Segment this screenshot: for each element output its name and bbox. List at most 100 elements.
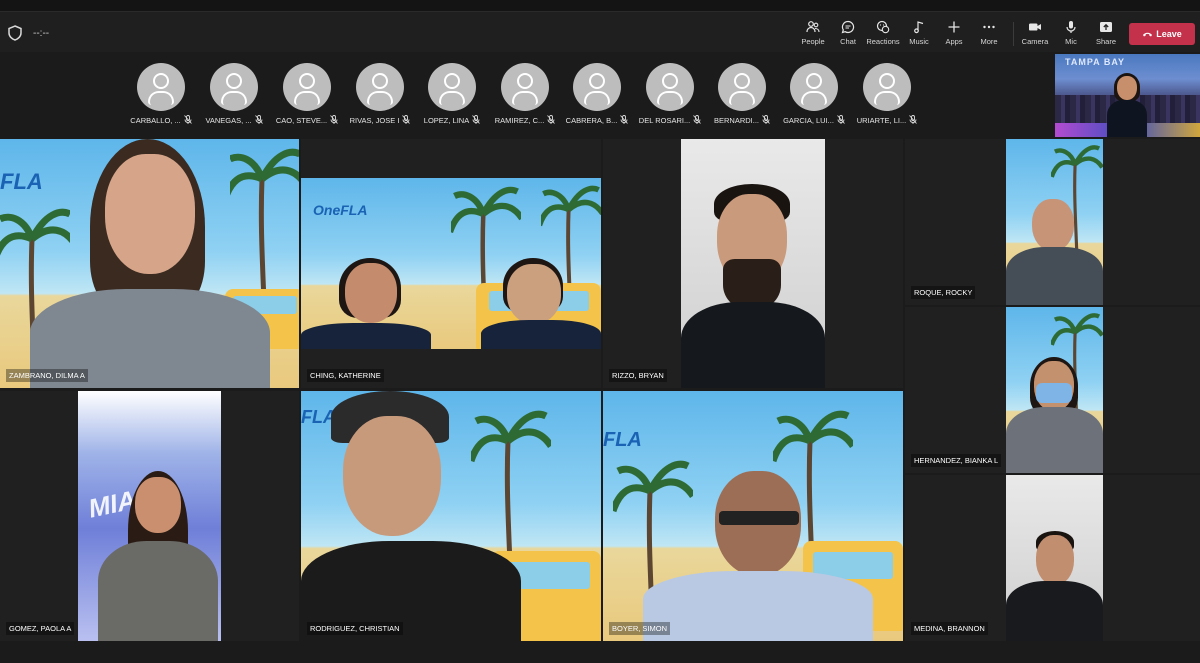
participant-person <box>88 471 218 641</box>
attendee-avatar-tile[interactable]: URIARTE, LI... <box>851 63 923 125</box>
participant-name: GOMEZ, PAOLA A <box>6 622 75 635</box>
self-view-video[interactable]: TAMPA BAY <box>1055 54 1200 137</box>
avatar <box>283 63 331 111</box>
share-button[interactable]: Share <box>1084 18 1128 52</box>
mic-off-icon <box>472 115 481 124</box>
participant-name: ROQUE, ROCKY <box>911 286 976 299</box>
participant-video <box>1006 139 1103 305</box>
self-person <box>1107 70 1147 137</box>
participant-name: CHING, KATHERINE <box>307 369 384 382</box>
participant-name: ZAMBRANO, DILMA A <box>6 369 88 382</box>
attendee-name: CAO, STEVE... <box>275 116 328 125</box>
participant-name: HERNANDEZ, BIANKA L <box>911 454 1002 467</box>
attendee-avatar-tile[interactable]: RIVAS, JOSE I <box>344 63 416 125</box>
mic-off-icon <box>402 115 411 124</box>
participant-video <box>681 139 825 388</box>
attendee-name: BERNARDI... <box>713 116 759 125</box>
participant-video <box>1006 307 1103 473</box>
avatar <box>210 63 258 111</box>
attendee-avatar-tile[interactable]: BERNARDI... <box>706 63 778 125</box>
video-tile-hernandez[interactable]: HERNANDEZ, BIANKA L <box>905 307 1200 473</box>
attendee-name: CABRERA, B... <box>565 116 618 125</box>
participant-video: FLA <box>603 391 903 641</box>
video-tile-rizzo[interactable]: RIZZO, BRYAN <box>603 139 903 388</box>
attendee-name: RAMIREZ, C... <box>494 116 545 125</box>
avatar <box>573 63 621 111</box>
attendee-avatar-tile[interactable]: GARCIA, LUI... <box>778 63 850 125</box>
participant-video: FLA <box>0 139 299 388</box>
attendee-avatar-tile[interactable]: CARBALLO, ... <box>125 63 197 125</box>
mic-off-icon <box>330 115 338 124</box>
meeting-toolbar: --:-- People Chat Reactions Music Apps M… <box>0 12 1200 52</box>
share-label: Share <box>1095 37 1116 46</box>
attendee-name: VANEGAS, ... <box>205 116 252 125</box>
onefla-logo: OneFLA <box>313 202 368 218</box>
more-label: More <box>980 37 998 46</box>
self-view-background-text: TAMPA BAY <box>1065 57 1126 67</box>
video-tile-medina[interactable]: MEDINA, BRANNON <box>905 475 1200 641</box>
attendee-avatar-tile[interactable]: LOPEZ, LINA <box>416 63 488 125</box>
attendee-avatar-tile[interactable]: VANEGAS, ... <box>198 63 270 125</box>
avatar <box>356 63 404 111</box>
avatar <box>790 63 838 111</box>
avatar <box>501 63 549 111</box>
attendee-avatar-tile[interactable]: RAMIREZ, C... <box>489 63 561 125</box>
mic-off-icon <box>183 115 192 124</box>
attendee-avatar-tile[interactable]: CAO, STEVE... <box>271 63 343 125</box>
participant-person <box>481 258 601 349</box>
shield-icon <box>8 25 22 41</box>
participant-person <box>643 471 873 641</box>
participant-video: OneFLA <box>301 178 601 349</box>
attendee-name: LOPEZ, LINA <box>423 116 470 125</box>
attendee-name: URIARTE, LI... <box>856 116 907 125</box>
avatar <box>863 63 911 111</box>
participant-person <box>681 184 825 388</box>
leave-label: Leave <box>1156 29 1182 39</box>
title-bar <box>0 0 1200 12</box>
video-tile-zambrano[interactable]: FLA ZAMBRANO, DILMA A <box>0 139 299 388</box>
video-tile-ching[interactable]: OneFLA CHING, KATHERINE <box>301 139 601 388</box>
mic-off-icon <box>837 115 845 124</box>
avatar <box>646 63 694 111</box>
participant-name: BOYER, SIMON <box>609 622 671 635</box>
avatar <box>718 63 766 111</box>
participant-person <box>1006 199 1103 305</box>
participant-video: FLA <box>301 391 601 641</box>
attendee-avatar-tile[interactable]: DEL ROSARI... <box>634 63 706 125</box>
attendee-name: RIVAS, JOSE I <box>349 116 400 125</box>
meeting-timer: --:-- <box>33 28 50 39</box>
mic-off-icon <box>254 115 263 124</box>
video-tile-gomez[interactable]: MIAMI GOMEZ, PAOLA A <box>0 391 299 641</box>
more-button[interactable]: More <box>967 18 1011 52</box>
fla-logo: FLA <box>603 429 642 451</box>
participant-name: RODRIGUEZ, CHRISTIAN <box>307 622 403 635</box>
mic-off-icon <box>909 115 918 124</box>
mic-off-icon <box>693 115 702 124</box>
share-icon <box>1084 18 1128 36</box>
hang-up-icon <box>1143 32 1153 37</box>
leave-button[interactable]: Leave <box>1129 23 1195 45</box>
mic-off-icon <box>547 115 556 124</box>
attendee-name: CARBALLO, ... <box>130 116 181 125</box>
video-tile-roque[interactable]: ROQUE, ROCKY <box>905 139 1200 305</box>
video-tile-boyer[interactable]: FLA BOYER, SIMON <box>603 391 903 641</box>
participant-name: RIZZO, BRYAN <box>609 369 667 382</box>
avatar <box>428 63 476 111</box>
mic-off-icon <box>620 115 629 124</box>
attendee-name: GARCIA, LUI... <box>783 116 834 125</box>
video-tile-rodriguez[interactable]: FLA RODRIGUEZ, CHRISTIAN <box>301 391 601 641</box>
participant-video: MIAMI <box>78 391 221 641</box>
participant-person <box>30 139 270 388</box>
attendee-name: DEL ROSARI... <box>638 116 691 125</box>
more-icon <box>967 18 1011 36</box>
participant-person <box>1006 531 1103 641</box>
participant-person <box>1006 357 1103 473</box>
participant-video <box>1006 475 1103 641</box>
mic-off-icon <box>762 115 770 124</box>
attendee-avatar-tile[interactable]: CABRERA, B... <box>561 63 633 125</box>
participant-name: MEDINA, BRANNON <box>911 622 988 635</box>
attendee-roster: CARBALLO, ... VANEGAS, ... CAO, STEVE...… <box>0 52 1052 138</box>
participant-person <box>301 391 521 641</box>
participant-person <box>301 258 431 349</box>
avatar <box>137 63 185 111</box>
